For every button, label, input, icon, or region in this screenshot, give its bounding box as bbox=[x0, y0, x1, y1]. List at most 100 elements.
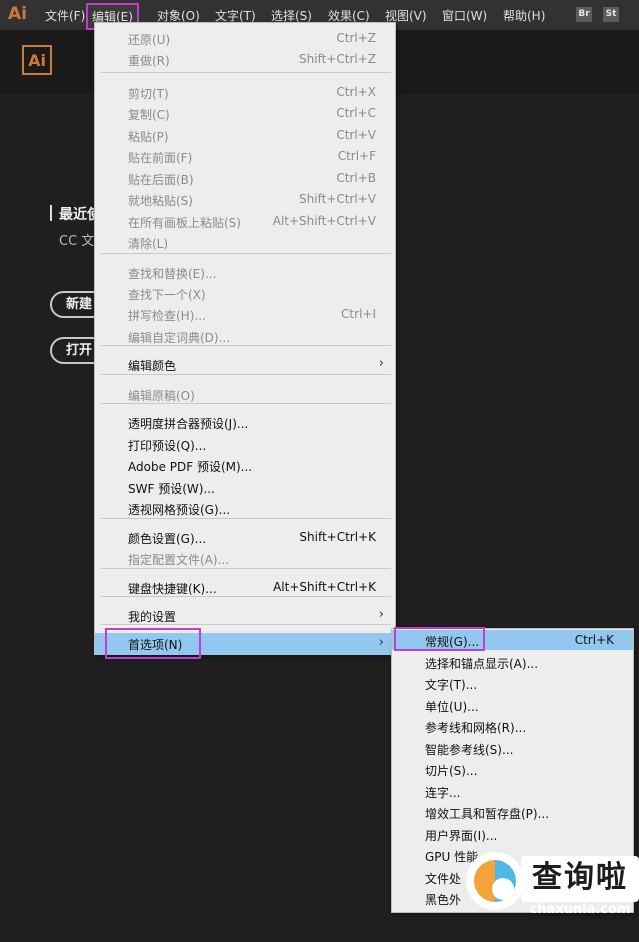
recent-marker bbox=[50, 205, 52, 221]
menu-item-label: Adobe PDF 预设(M)... bbox=[128, 460, 253, 474]
edit-menu-item[interactable]: 在所有画板上粘贴(S) Alt+Shift+Ctrl+V bbox=[95, 211, 395, 231]
menu-item-label: 智能参考线(S)... bbox=[425, 742, 514, 757]
edit-menu-item[interactable]: 透明度拼合器预设(J)... bbox=[95, 412, 395, 432]
menu-item-label: 颜色设置(G)... bbox=[128, 532, 207, 546]
menu-item-shortcut: Ctrl+B bbox=[336, 171, 376, 185]
chevron-right-icon: › bbox=[378, 356, 384, 371]
edit-menu: 还原(U) Ctrl+Z 重做(R) Shift+Ctrl+Z 剪切(T) Ctrl+X 复… bbox=[94, 22, 396, 655]
preferences-submenu-item[interactable]: 切片(S)... bbox=[392, 759, 633, 779]
menu-item-label: 我的设置 bbox=[128, 610, 177, 624]
edit-menu-item[interactable]: 键盘快捷键(K)... Alt+Shift+Ctrl+K bbox=[95, 577, 395, 597]
preferences-submenu-item[interactable]: 用户界面(I)... bbox=[392, 824, 633, 844]
menu-item-label: 复制(C) bbox=[128, 108, 170, 122]
edit-menu-item[interactable]: 贴在前面(F) Ctrl+F bbox=[95, 146, 395, 166]
menu-item-label: 粘贴(P) bbox=[128, 130, 169, 144]
edit-menu-item[interactable]: 就地粘贴(S) Shift+Ctrl+V bbox=[95, 189, 395, 209]
menu-item-label: 贴在前面(F) bbox=[128, 151, 193, 165]
menu-item-label: 黑色外 bbox=[425, 893, 462, 907]
edit-menu-item[interactable]: 还原(U) Ctrl+Z bbox=[95, 28, 395, 48]
stock-icon[interactable]: St bbox=[603, 7, 619, 22]
edit-menu-item[interactable]: 清除(L) bbox=[95, 232, 395, 252]
edit-menu-item[interactable]: 编辑颜色 › bbox=[95, 354, 395, 374]
menu-item-shortcut: Alt+Shift+Ctrl+K bbox=[273, 580, 376, 594]
menu-file[interactable]: 文件(F) bbox=[45, 7, 85, 24]
annotation-box-general bbox=[394, 627, 485, 651]
menu-separator bbox=[101, 568, 391, 569]
menu-item-label: 指定配置文件(A)... bbox=[128, 553, 230, 567]
menu-separator bbox=[101, 518, 391, 519]
menu-item-shortcut: Ctrl+F bbox=[337, 149, 376, 163]
watermark-url: chaxunla.com bbox=[529, 902, 631, 917]
watermark: 查询啦 chaxunla.com bbox=[466, 852, 639, 922]
menu-item-label: 拼写检查(H)... bbox=[128, 309, 206, 323]
menu-item-label: 文字(T)... bbox=[425, 678, 478, 692]
home-app-logo: Ai bbox=[22, 45, 52, 75]
edit-menu-item[interactable]: 透视网格预设(G)... bbox=[95, 498, 395, 518]
edit-menu-item[interactable]: 查找下一个(X) bbox=[95, 283, 395, 303]
menu-separator bbox=[101, 403, 391, 404]
menu-item-shortcut: Alt+Shift+Ctrl+V bbox=[272, 214, 376, 228]
edit-menu-item[interactable]: 贴在后面(B) Ctrl+B bbox=[95, 168, 395, 188]
menu-separator bbox=[101, 374, 391, 375]
preferences-submenu-item[interactable]: 连字... bbox=[392, 781, 633, 801]
watermark-brand: 查询啦 bbox=[521, 856, 639, 902]
menu-item-shortcut: Ctrl+V bbox=[336, 128, 376, 142]
edit-menu-item[interactable]: Adobe PDF 预设(M)... bbox=[95, 455, 395, 475]
menu-item-label: 透视网格预设(G)... bbox=[128, 503, 231, 517]
menu-item-label: 编辑原稿(O) bbox=[128, 389, 195, 403]
menu-item-label: 就地粘贴(S) bbox=[128, 194, 193, 208]
menu-item-label: 清除(L) bbox=[128, 237, 169, 251]
preferences-submenu-item[interactable]: 智能参考线(S)... bbox=[392, 738, 633, 758]
preferences-submenu-item[interactable]: 参考线和网格(R)... bbox=[392, 716, 633, 736]
menu-item-label: 文件处 bbox=[425, 871, 462, 886]
menu-item-label: 增效工具和暂存盘(P)... bbox=[425, 807, 550, 821]
menu-item-label: 在所有画板上粘贴(S) bbox=[128, 216, 241, 230]
chevron-right-icon: › bbox=[378, 635, 384, 650]
menu-item-shortcut: Ctrl+C bbox=[336, 106, 376, 120]
menu-separator bbox=[101, 624, 391, 625]
edit-menu-item[interactable]: 编辑原稿(O) bbox=[95, 384, 395, 404]
chevron-right-icon: › bbox=[378, 607, 384, 622]
menu-separator bbox=[101, 253, 391, 254]
bridge-icon[interactable]: Br bbox=[576, 7, 592, 22]
menu-item-shortcut: Ctrl+X bbox=[336, 85, 376, 99]
recent-subtitle: CC 文 bbox=[59, 234, 95, 249]
menu-item-label: 重做(R) bbox=[128, 54, 170, 68]
edit-menu-item[interactable]: 查找和替换(E)... bbox=[95, 262, 395, 282]
menu-item-label: 连字... bbox=[425, 785, 461, 800]
edit-menu-item[interactable]: 拼写检查(H)... Ctrl+I bbox=[95, 304, 395, 324]
menu-separator bbox=[101, 596, 391, 597]
preferences-submenu-item[interactable]: 文字(T)... bbox=[392, 673, 633, 693]
menu-window[interactable]: 窗口(W) bbox=[442, 7, 487, 24]
menu-item-shortcut: Shift+Ctrl+K bbox=[299, 530, 376, 544]
menu-item-label: 查找下一个(X) bbox=[128, 288, 206, 302]
edit-menu-item[interactable]: 重做(R) Shift+Ctrl+Z bbox=[95, 49, 395, 69]
menu-item-label: 单位(U)... bbox=[425, 699, 479, 714]
edit-menu-item[interactable]: SWF 预设(W)... bbox=[95, 477, 395, 497]
edit-menu-item[interactable]: 指定配置文件(A)... bbox=[95, 548, 395, 568]
preferences-submenu-item[interactable]: 增效工具和暂存盘(P)... bbox=[392, 802, 633, 822]
edit-menu-item[interactable]: 颜色设置(G)... Shift+Ctrl+K bbox=[95, 527, 395, 547]
edit-menu-item[interactable]: 复制(C) Ctrl+C bbox=[95, 103, 395, 123]
menu-separator bbox=[101, 72, 391, 73]
menu-item-shortcut: Ctrl+Z bbox=[336, 31, 376, 45]
menu-item-shortcut: Ctrl+K bbox=[574, 633, 614, 647]
menu-item-shortcut: Shift+Ctrl+Z bbox=[299, 52, 376, 66]
preferences-submenu-item[interactable]: 单位(U)... bbox=[392, 695, 633, 715]
menu-item-shortcut: Shift+Ctrl+V bbox=[299, 192, 376, 206]
menu-item-shortcut: Ctrl+I bbox=[341, 307, 376, 321]
edit-menu-item[interactable]: 我的设置 › bbox=[95, 605, 395, 625]
menu-separator bbox=[101, 345, 391, 346]
edit-menu-item[interactable]: 编辑自定词典(D)... bbox=[95, 326, 395, 346]
menu-item-label: 编辑颜色 bbox=[128, 359, 177, 373]
edit-menu-item[interactable]: 打印预设(Q)... bbox=[95, 434, 395, 454]
watermark-logo-icon bbox=[466, 852, 524, 910]
edit-menu-item[interactable]: 粘贴(P) Ctrl+V bbox=[95, 125, 395, 145]
menu-item-label: 参考线和网格(R)... bbox=[425, 721, 527, 735]
menu-help[interactable]: 帮助(H) bbox=[503, 7, 545, 24]
preferences-submenu-item[interactable]: 选择和锚点显示(A)... bbox=[392, 652, 633, 672]
app-logo: Ai bbox=[8, 4, 27, 24]
menu-item-label: 剪切(T) bbox=[128, 87, 169, 101]
menu-item-label: SWF 预设(W)... bbox=[128, 482, 215, 496]
edit-menu-item[interactable]: 剪切(T) Ctrl+X bbox=[95, 82, 395, 102]
